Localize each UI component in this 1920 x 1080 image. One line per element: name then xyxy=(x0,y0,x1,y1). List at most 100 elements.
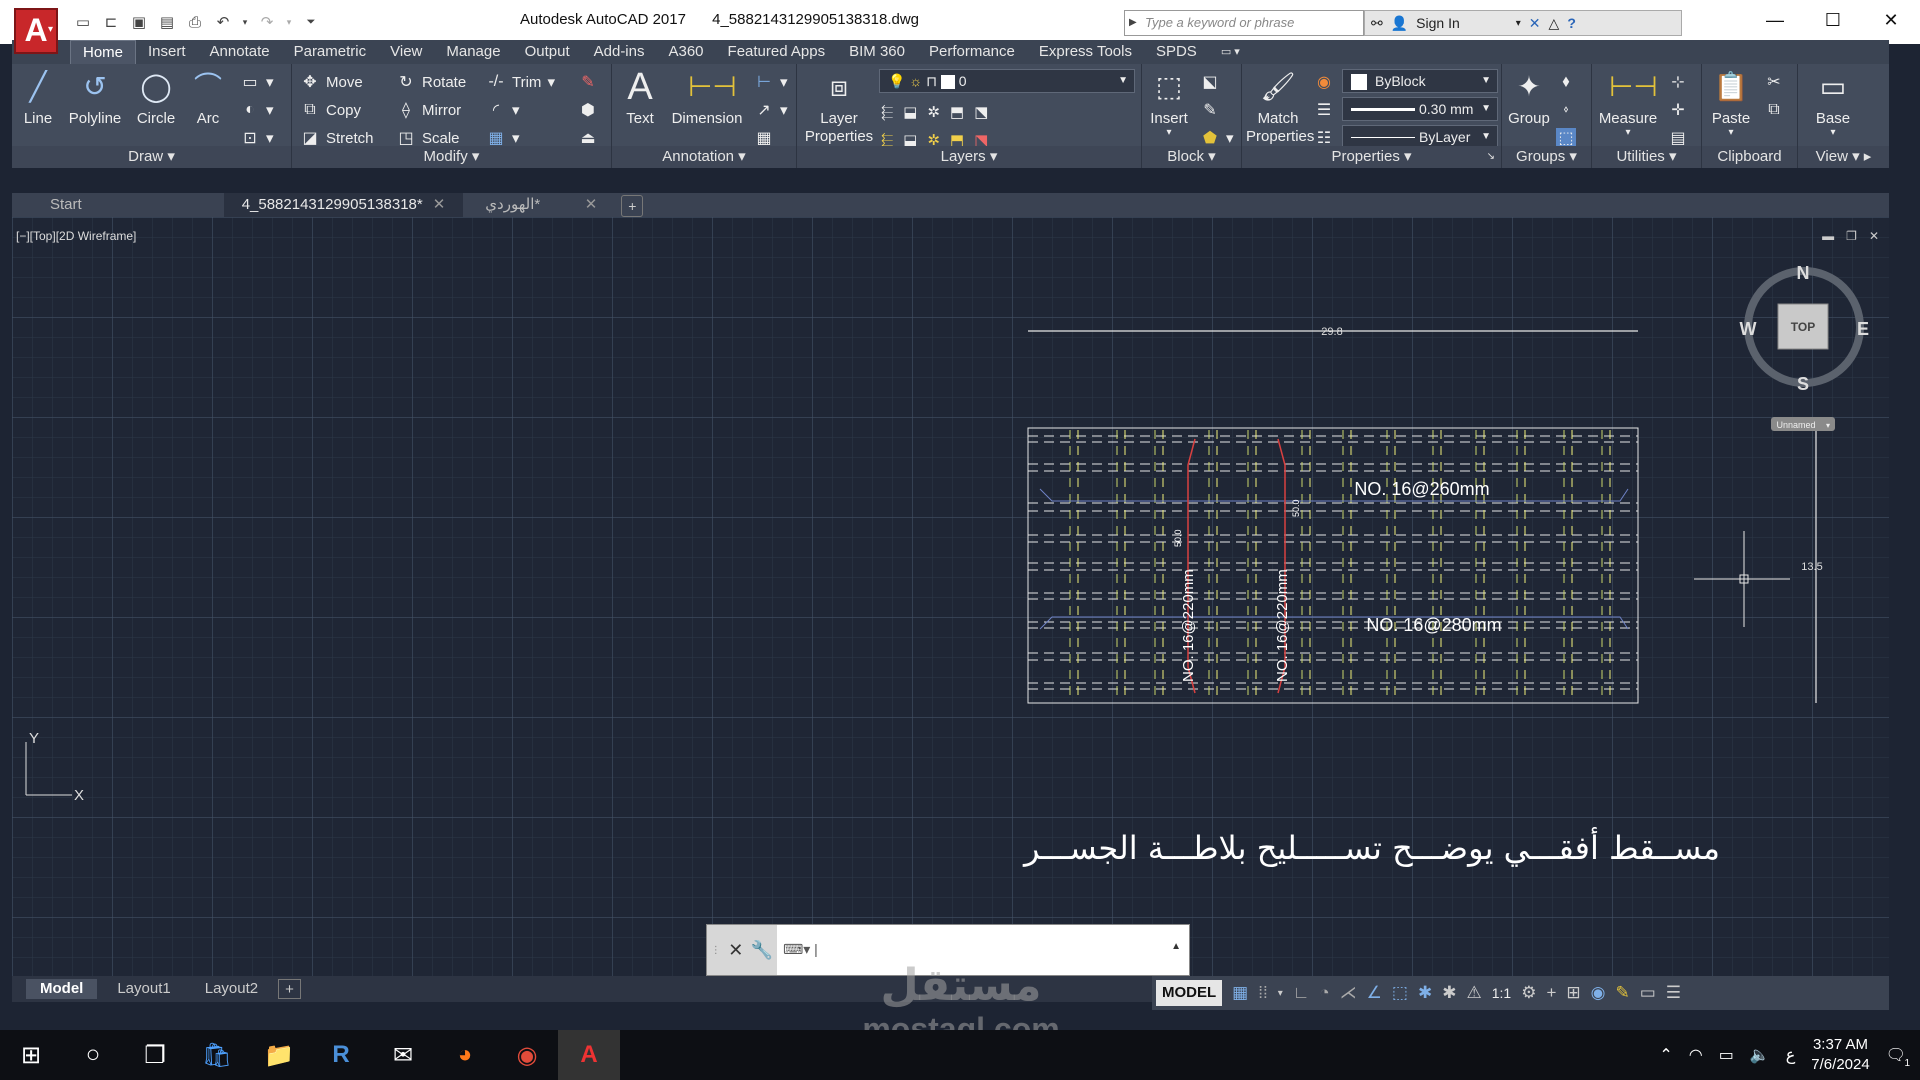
tab-file-current[interactable]: 4_5882143129905138318* ✕ xyxy=(223,193,464,217)
layers-panel-label[interactable]: Layers ▾ xyxy=(797,146,1141,168)
draw-panel-label[interactable]: Draw ▾ xyxy=(12,146,291,168)
rectangle-button[interactable]: ▭ ▾ xyxy=(240,70,273,94)
rotate-button[interactable]: ↻ Rotate xyxy=(396,70,466,94)
autocad-taskbar-icon[interactable]: A xyxy=(558,1030,620,1080)
layer-freeze-icon[interactable]: ✲ xyxy=(927,103,940,121)
rebar-lap-bottom[interactable] xyxy=(1039,616,1629,630)
point-button[interactable]: ✛ xyxy=(1668,98,1688,122)
new-tab-button[interactable]: + xyxy=(621,195,644,217)
viewcube[interactable]: TOP N S E W Unnamed ▾ xyxy=(1740,263,1870,431)
color-dropdown[interactable]: ByBlock ▼ xyxy=(1342,69,1498,93)
exchange-icon[interactable]: ✕ xyxy=(1529,15,1541,32)
copy-clip-button[interactable]: ⧉ xyxy=(1764,98,1784,122)
tab-home[interactable]: Home xyxy=(70,40,137,64)
undo-icon[interactable]: ↶ xyxy=(212,11,234,33)
lineweight-dropdown[interactable]: 0.30 mm ▼ xyxy=(1342,97,1498,121)
measure-button[interactable]: ⊢⊣ Measure ▾ xyxy=(1596,68,1660,138)
tab-file-second[interactable]: الهوردي* ✕ xyxy=(467,193,607,217)
a360-icon[interactable]: △ xyxy=(1549,15,1560,32)
new-icon[interactable]: ▭ xyxy=(72,11,94,33)
tray-chevron-icon[interactable]: ⌃ xyxy=(1659,1045,1672,1065)
dimension-button[interactable]: ⊢⊣ Dimension xyxy=(668,68,746,127)
modify-panel-label[interactable]: Modify ▾ xyxy=(292,146,611,168)
isodraft-icon[interactable]: ⋌ xyxy=(1340,983,1357,1003)
clipboard-panel-label[interactable]: Clipboard xyxy=(1702,146,1797,168)
binoculars-icon[interactable]: ⚯ xyxy=(1371,15,1383,32)
groups-panel-label[interactable]: Groups ▾ xyxy=(1502,146,1591,168)
tab-layout1[interactable]: Layout1 xyxy=(103,979,184,999)
wifi-icon[interactable]: ◠ xyxy=(1689,1045,1703,1065)
tab-view[interactable]: View xyxy=(378,40,434,64)
mirror-button[interactable]: ⟠ Mirror xyxy=(396,98,461,122)
command-history-icon[interactable]: ▲ xyxy=(1171,941,1181,952)
redo-dropdown-icon[interactable]: ▾ xyxy=(284,11,294,33)
dialog-launcher-icon[interactable]: ↘ xyxy=(1487,146,1495,168)
annotation-scale-icon[interactable]: ⚠ xyxy=(1466,983,1481,1003)
tab-annotate[interactable]: Annotate xyxy=(198,40,282,64)
firefox-icon[interactable]: ◕ xyxy=(434,1030,496,1080)
insert-button[interactable]: ⬚ Insert ▾ xyxy=(1146,68,1192,138)
object-snap-icon[interactable]: ⬚ xyxy=(1392,983,1408,1003)
isolate-objects-icon[interactable]: ◉ xyxy=(1591,983,1606,1003)
customize-qat-icon[interactable]: ⏷ xyxy=(300,11,322,33)
plot-icon[interactable]: ⎙ xyxy=(184,11,206,33)
windows-start-icon[interactable]: ⊞ xyxy=(0,1030,62,1080)
object-snap-tracking-icon[interactable]: ∠ xyxy=(1367,983,1382,1003)
group-edit-button[interactable]: ⬫ xyxy=(1556,98,1576,122)
customization-menu-icon[interactable]: ☰ xyxy=(1666,983,1681,1003)
tab-output[interactable]: Output xyxy=(513,40,582,64)
sign-in-dropdown-icon[interactable]: ▾ xyxy=(1516,18,1521,29)
trim-button[interactable]: -/- Trim ▾ xyxy=(486,70,555,94)
hatch-button[interactable]: ◐ ▾ xyxy=(240,98,273,122)
base-button[interactable]: ▭ Base ▾ xyxy=(1808,68,1858,138)
quick-select-button[interactable]: ⊹ xyxy=(1668,70,1688,94)
layer-lock-icon[interactable]: ⬒ xyxy=(950,103,964,121)
command-input[interactable]: ⌨▾ | xyxy=(783,941,818,958)
polar-icon[interactable]: ◔ xyxy=(1319,983,1329,1003)
view-panel-label[interactable]: View ▾ ▸ xyxy=(1798,146,1889,168)
open-icon[interactable]: ⊏ xyxy=(100,11,122,33)
layer-off-icon[interactable]: ⬱ xyxy=(881,104,893,121)
tab-a360[interactable]: A360 xyxy=(656,40,715,64)
annotation-panel-label[interactable]: Annotation ▾ xyxy=(612,146,796,168)
ucs-dropdown-icon[interactable]: ▾ xyxy=(1826,421,1830,430)
fillet-button[interactable]: ◜ ▾ xyxy=(486,98,520,122)
chrome-icon[interactable]: ◉ xyxy=(496,1030,558,1080)
close-icon[interactable]: ✕ xyxy=(1862,0,1920,40)
redo-icon[interactable]: ↷ xyxy=(256,11,278,33)
task-view-icon[interactable]: ❐ xyxy=(124,1030,186,1080)
customize-wrench-icon[interactable]: 🔧 xyxy=(751,940,773,961)
notification-icon[interactable]: 🗨 1 xyxy=(1886,1045,1910,1069)
plus-icon[interactable]: + xyxy=(1546,983,1556,1003)
volume-icon[interactable]: 🔈 xyxy=(1750,1045,1770,1065)
scale-dropdown[interactable]: 1:1 xyxy=(1492,985,1511,1001)
ungroup-button[interactable]: ⬧ xyxy=(1556,70,1576,94)
battery-icon[interactable]: ▭ xyxy=(1719,1045,1734,1065)
tab-manage[interactable]: Manage xyxy=(434,40,512,64)
close-tab-icon[interactable]: ✕ xyxy=(585,193,598,217)
grip-icon[interactable]: ⋮ xyxy=(711,945,721,956)
group-button[interactable]: ✦ Group xyxy=(1506,68,1552,127)
file-explorer-icon[interactable]: 📁 xyxy=(248,1030,310,1080)
tab-performance[interactable]: Performance xyxy=(917,40,1027,64)
create-block-button[interactable]: ⬕ xyxy=(1200,70,1220,94)
tab-express-tools[interactable]: Express Tools xyxy=(1027,40,1144,64)
model-space-button[interactable]: MODEL xyxy=(1156,980,1223,1006)
tab-start[interactable]: Start xyxy=(32,193,100,217)
tab-spds[interactable]: SPDS xyxy=(1144,40,1209,64)
minimize-icon[interactable]: — xyxy=(1746,0,1804,40)
properties-panel-label[interactable]: Properties ▾ ↘ xyxy=(1242,146,1501,168)
hardware-accel-icon[interactable]: ✎ xyxy=(1615,983,1629,1003)
leader-button[interactable]: ↗ ▾ xyxy=(754,98,787,122)
annotation-visibility-icon[interactable]: ✱ xyxy=(1418,983,1432,1003)
revit-icon[interactable]: R xyxy=(310,1030,372,1080)
add-layout-button[interactable]: + xyxy=(278,979,301,999)
slab-outline[interactable] xyxy=(1027,427,1639,704)
lineweight-list-button[interactable]: ☰ xyxy=(1314,98,1334,122)
compass-east[interactable]: E xyxy=(1857,319,1869,339)
search-input[interactable]: ▶ Type a keyword or phrase xyxy=(1124,10,1364,36)
layer-dropdown[interactable]: 💡 ☼ ⊓ 0 ▼ xyxy=(879,69,1135,93)
expand-icon[interactable]: ▶ xyxy=(1129,11,1137,35)
layer-isolate-icon[interactable]: ⬓ xyxy=(903,103,917,121)
save-icon[interactable]: ▣ xyxy=(128,11,150,33)
